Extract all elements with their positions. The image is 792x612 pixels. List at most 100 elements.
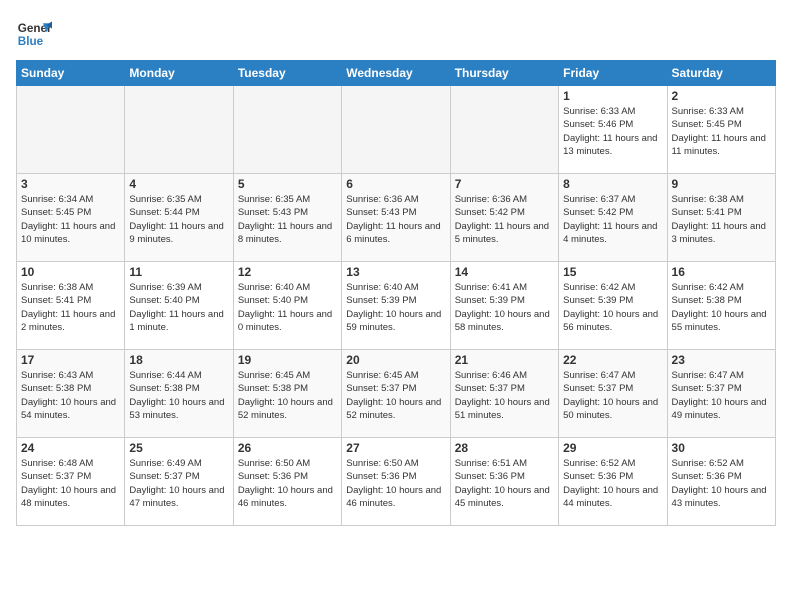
calendar-cell (17, 86, 125, 174)
day-info: Sunrise: 6:45 AMSunset: 5:38 PMDaylight:… (238, 369, 337, 422)
calendar-week-3: 10Sunrise: 6:38 AMSunset: 5:41 PMDayligh… (17, 262, 776, 350)
day-info: Sunrise: 6:50 AMSunset: 5:36 PMDaylight:… (238, 457, 337, 510)
calendar-cell: 23 Sunrise: 6:47 AMSunset: 5:37 PMDayligh… (667, 350, 775, 438)
day-info: Sunrise: 6:43 AMSunset: 5:38 PMDaylight:… (21, 369, 120, 422)
day-info: Sunrise: 6:45 AMSunset: 5:37 PMDaylight:… (346, 369, 445, 422)
calendar-cell: 21 Sunrise: 6:46 AMSunset: 5:37 PMDayligh… (450, 350, 558, 438)
calendar-cell: 3 Sunrise: 6:34 AMSunset: 5:45 PMDaylight… (17, 174, 125, 262)
day-info: Sunrise: 6:35 AMSunset: 5:44 PMDaylight:… (129, 193, 228, 246)
day-number: 27 (346, 441, 445, 455)
day-info: Sunrise: 6:41 AMSunset: 5:39 PMDaylight:… (455, 281, 554, 334)
day-number: 14 (455, 265, 554, 279)
weekday-header-tuesday: Tuesday (233, 61, 341, 86)
calendar-cell: 5 Sunrise: 6:35 AMSunset: 5:43 PMDaylight… (233, 174, 341, 262)
day-number: 16 (672, 265, 771, 279)
day-number: 13 (346, 265, 445, 279)
day-info: Sunrise: 6:49 AMSunset: 5:37 PMDaylight:… (129, 457, 228, 510)
calendar-cell: 2 Sunrise: 6:33 AMSunset: 5:45 PMDaylight… (667, 86, 775, 174)
day-info: Sunrise: 6:38 AMSunset: 5:41 PMDaylight:… (21, 281, 120, 334)
weekday-header-thursday: Thursday (450, 61, 558, 86)
day-info: Sunrise: 6:36 AMSunset: 5:43 PMDaylight:… (346, 193, 445, 246)
calendar-week-5: 24 Sunrise: 6:48 AMSunset: 5:37 PMDayligh… (17, 438, 776, 526)
calendar-cell: 11 Sunrise: 6:39 AMSunset: 5:40 PMDayligh… (125, 262, 233, 350)
calendar-cell (125, 86, 233, 174)
day-number: 15 (563, 265, 662, 279)
day-info: Sunrise: 6:47 AMSunset: 5:37 PMDaylight:… (672, 369, 771, 422)
day-number: 28 (455, 441, 554, 455)
calendar-cell (450, 86, 558, 174)
day-info: Sunrise: 6:37 AMSunset: 5:42 PMDaylight:… (563, 193, 662, 246)
day-number: 22 (563, 353, 662, 367)
page-header: General Blue (16, 16, 776, 52)
weekday-header-row: SundayMondayTuesdayWednesdayThursdayFrid… (17, 61, 776, 86)
day-number: 4 (129, 177, 228, 191)
day-number: 20 (346, 353, 445, 367)
day-number: 3 (21, 177, 120, 191)
day-number: 5 (238, 177, 337, 191)
day-number: 12 (238, 265, 337, 279)
day-info: Sunrise: 6:34 AMSunset: 5:45 PMDaylight:… (21, 193, 120, 246)
calendar-cell (233, 86, 341, 174)
day-info: Sunrise: 6:51 AMSunset: 5:36 PMDaylight:… (455, 457, 554, 510)
day-number: 21 (455, 353, 554, 367)
calendar-cell: 7 Sunrise: 6:36 AMSunset: 5:42 PMDaylight… (450, 174, 558, 262)
calendar-table: SundayMondayTuesdayWednesdayThursdayFrid… (16, 60, 776, 526)
calendar-cell: 28 Sunrise: 6:51 AMSunset: 5:36 PMDayligh… (450, 438, 558, 526)
weekday-header-wednesday: Wednesday (342, 61, 450, 86)
calendar-cell: 18Sunrise: 6:44 AMSunset: 5:38 PMDayligh… (125, 350, 233, 438)
calendar-cell: 15 Sunrise: 6:42 AMSunset: 5:39 PMDayligh… (559, 262, 667, 350)
day-number: 19 (238, 353, 337, 367)
day-number: 2 (672, 89, 771, 103)
svg-text:Blue: Blue (18, 35, 44, 48)
day-info: Sunrise: 6:35 AMSunset: 5:43 PMDaylight:… (238, 193, 337, 246)
calendar-cell: 6 Sunrise: 6:36 AMSunset: 5:43 PMDaylight… (342, 174, 450, 262)
day-info: Sunrise: 6:52 AMSunset: 5:36 PMDaylight:… (672, 457, 771, 510)
logo-icon: General Blue (16, 16, 52, 52)
calendar-cell: 26Sunrise: 6:50 AMSunset: 5:36 PMDayligh… (233, 438, 341, 526)
calendar-cell: 19 Sunrise: 6:45 AMSunset: 5:38 PMDayligh… (233, 350, 341, 438)
day-number: 30 (672, 441, 771, 455)
weekday-header-sunday: Sunday (17, 61, 125, 86)
calendar-cell: 14 Sunrise: 6:41 AMSunset: 5:39 PMDayligh… (450, 262, 558, 350)
day-number: 29 (563, 441, 662, 455)
day-number: 24 (21, 441, 120, 455)
calendar-cell: 25 Sunrise: 6:49 AMSunset: 5:37 PMDayligh… (125, 438, 233, 526)
calendar-cell: 4 Sunrise: 6:35 AMSunset: 5:44 PMDaylight… (125, 174, 233, 262)
day-info: Sunrise: 6:36 AMSunset: 5:42 PMDaylight:… (455, 193, 554, 246)
calendar-cell: 22Sunrise: 6:47 AMSunset: 5:37 PMDayligh… (559, 350, 667, 438)
day-info: Sunrise: 6:46 AMSunset: 5:37 PMDaylight:… (455, 369, 554, 422)
day-info: Sunrise: 6:39 AMSunset: 5:40 PMDaylight:… (129, 281, 228, 334)
day-info: Sunrise: 6:38 AMSunset: 5:41 PMDaylight:… (672, 193, 771, 246)
calendar-cell: 24 Sunrise: 6:48 AMSunset: 5:37 PMDayligh… (17, 438, 125, 526)
calendar-cell: 12Sunrise: 6:40 AMSunset: 5:40 PMDayligh… (233, 262, 341, 350)
day-number: 9 (672, 177, 771, 191)
calendar-cell: 16 Sunrise: 6:42 AMSunset: 5:38 PMDayligh… (667, 262, 775, 350)
day-number: 11 (129, 265, 228, 279)
day-number: 25 (129, 441, 228, 455)
day-info: Sunrise: 6:44 AMSunset: 5:38 PMDaylight:… (129, 369, 228, 422)
calendar-week-4: 17 Sunrise: 6:43 AMSunset: 5:38 PMDayligh… (17, 350, 776, 438)
day-info: Sunrise: 6:52 AMSunset: 5:36 PMDaylight:… (563, 457, 662, 510)
calendar-cell: 17 Sunrise: 6:43 AMSunset: 5:38 PMDayligh… (17, 350, 125, 438)
calendar-cell: 9 Sunrise: 6:38 AMSunset: 5:41 PMDaylight… (667, 174, 775, 262)
logo: General Blue (16, 16, 56, 52)
day-info: Sunrise: 6:48 AMSunset: 5:37 PMDaylight:… (21, 457, 120, 510)
weekday-header-friday: Friday (559, 61, 667, 86)
day-number: 7 (455, 177, 554, 191)
calendar-week-2: 3 Sunrise: 6:34 AMSunset: 5:45 PMDaylight… (17, 174, 776, 262)
day-info: Sunrise: 6:42 AMSunset: 5:39 PMDaylight:… (563, 281, 662, 334)
calendar-cell: 20 Sunrise: 6:45 AMSunset: 5:37 PMDayligh… (342, 350, 450, 438)
day-info: Sunrise: 6:42 AMSunset: 5:38 PMDaylight:… (672, 281, 771, 334)
calendar-cell: 1Sunrise: 6:33 AMSunset: 5:46 PMDaylight… (559, 86, 667, 174)
day-info: Sunrise: 6:40 AMSunset: 5:39 PMDaylight:… (346, 281, 445, 334)
day-number: 23 (672, 353, 771, 367)
day-number: 1 (563, 89, 662, 103)
calendar-cell: 13 Sunrise: 6:40 AMSunset: 5:39 PMDayligh… (342, 262, 450, 350)
calendar-cell: 27Sunrise: 6:50 AMSunset: 5:36 PMDayligh… (342, 438, 450, 526)
calendar-cell: 30 Sunrise: 6:52 AMSunset: 5:36 PMDayligh… (667, 438, 775, 526)
day-number: 6 (346, 177, 445, 191)
day-info: Sunrise: 6:33 AMSunset: 5:45 PMDaylight:… (672, 105, 771, 158)
weekday-header-monday: Monday (125, 61, 233, 86)
day-number: 17 (21, 353, 120, 367)
day-number: 8 (563, 177, 662, 191)
